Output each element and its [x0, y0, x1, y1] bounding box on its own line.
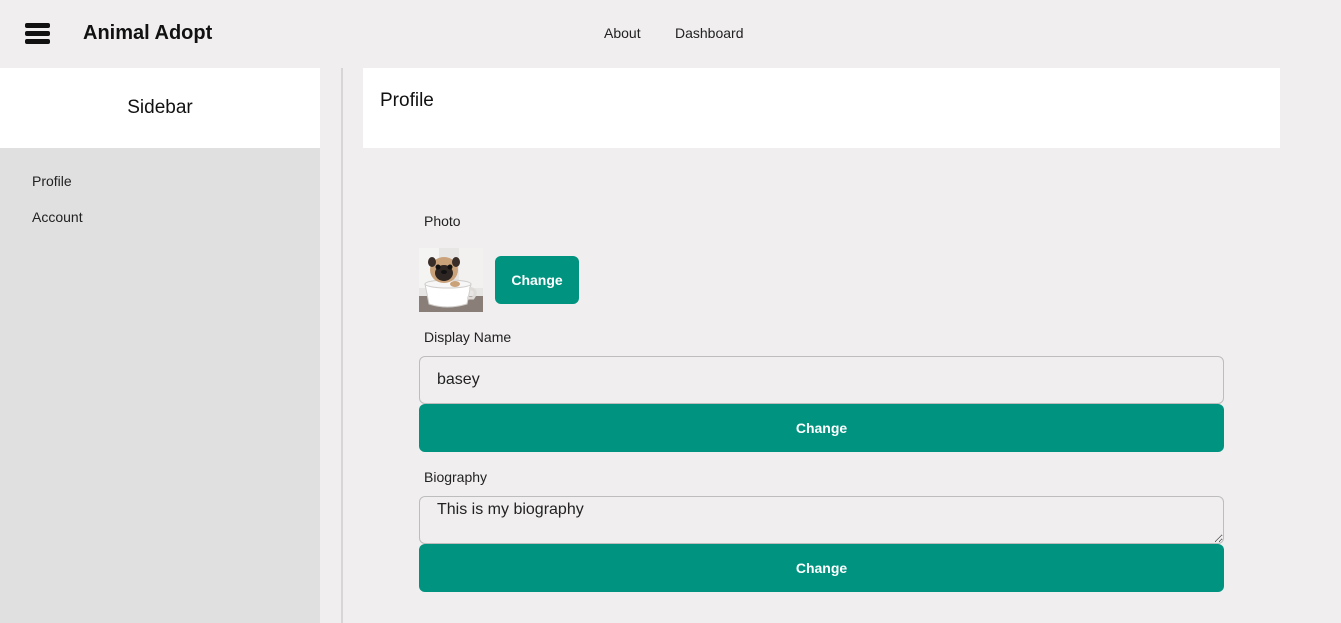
change-photo-button[interactable]: Change — [495, 256, 579, 304]
main-header: Profile — [363, 68, 1280, 148]
sidebar-item-account[interactable]: Account — [32, 209, 83, 225]
nav-about-link[interactable]: About — [604, 25, 641, 41]
display-name-label: Display Name — [424, 329, 512, 345]
divider — [341, 68, 343, 623]
sidebar-item-profile[interactable]: Profile — [32, 173, 72, 189]
display-name-input[interactable] — [419, 356, 1224, 404]
top-bar: Animal Adopt About Dashboard — [0, 0, 1341, 68]
biography-label: Biography — [424, 469, 488, 485]
pug-in-teacup-image — [419, 248, 483, 312]
page-title: Profile — [380, 90, 434, 111]
change-display-name-button[interactable]: Change — [419, 404, 1224, 452]
profile-photo — [419, 248, 483, 312]
sidebar: Sidebar Profile Account — [0, 68, 320, 623]
sidebar-title: Sidebar — [127, 97, 193, 118]
photo-label: Photo — [424, 213, 461, 229]
hamburger-menu-icon[interactable] — [25, 23, 50, 45]
sidebar-header: Sidebar — [0, 68, 320, 148]
nav-dashboard-link[interactable]: Dashboard — [675, 25, 744, 41]
biography-textarea[interactable]: This is my biography — [419, 496, 1224, 544]
brand-title: Animal Adopt — [83, 22, 213, 44]
change-biography-button[interactable]: Change — [419, 544, 1224, 592]
